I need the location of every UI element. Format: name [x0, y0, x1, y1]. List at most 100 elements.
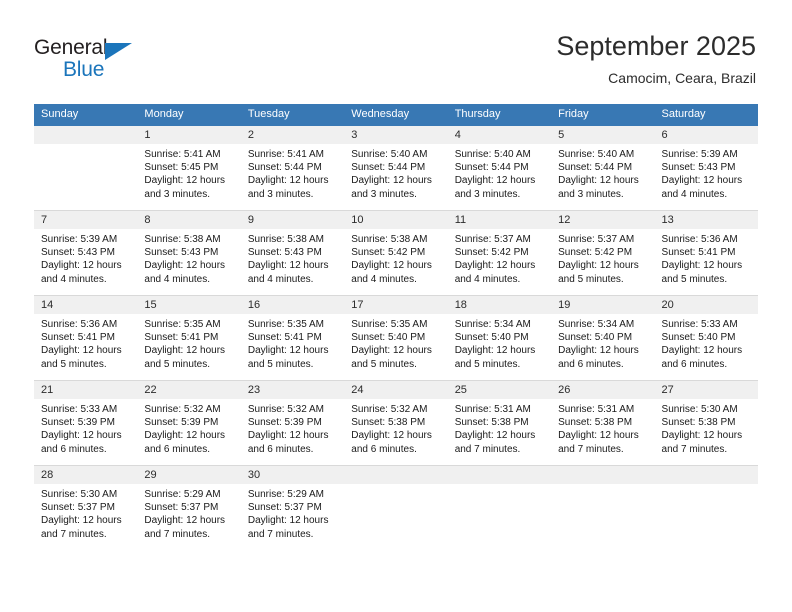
day-cell-inner: 24 Sunrise: 5:32 AM Sunset: 5:38 PM Dayligh…: [344, 381, 448, 465]
day-detail-line: Sunset: 5:37 PM: [41, 502, 115, 514]
day-number: [551, 466, 655, 484]
day-details: Sunrise: 5:34 AM Sunset: 5:40 PM Daylight:…: [551, 314, 654, 371]
weekday-header-thursday: Thursday: [447, 104, 552, 126]
day-detail-line: and 4 minutes.: [144, 273, 211, 285]
day-detail-line: Daylight: 12 hours: [247, 175, 329, 187]
day-detail-line: Sunrise: 5:30 AM: [661, 404, 738, 415]
day-detail-line: and 5 minutes.: [351, 358, 417, 370]
day-cell[interactable]: 19 Sunrise: 5:34 AM Sunset: 5:40 PM Dayligh…: [551, 295, 655, 381]
day-cell[interactable]: 17 Sunrise: 5:35 AM Sunset: 5:40 PM Dayligh…: [344, 295, 448, 381]
day-cell[interactable]: 2 Sunrise: 5:41 AM Sunset: 5:44 PM Daylight…: [240, 126, 345, 211]
day-detail-line: Sunset: 5:39 PM: [247, 417, 322, 429]
day-cell[interactable]: 16 Sunrise: 5:35 AM Sunset: 5:41 PM Dayligh…: [240, 295, 345, 381]
day-cell[interactable]: 27 Sunrise: 5:30 AM Sunset: 5:38 PM Dayligh…: [654, 380, 758, 466]
day-details: Sunrise: 5:35 AM Sunset: 5:41 PM Daylight:…: [241, 314, 344, 371]
day-detail-line: Daylight: 12 hours: [351, 260, 432, 272]
day-detail-line: Sunrise: 5:37 AM: [558, 234, 635, 245]
day-detail-line: Daylight: 12 hours: [558, 345, 639, 357]
day-detail-line: and 5 minutes.: [558, 273, 624, 285]
day-cell[interactable]: 1 Sunrise: 5:41 AM Sunset: 5:45 PM Daylight…: [137, 126, 241, 211]
day-detail-line: Daylight: 12 hours: [351, 345, 432, 357]
day-cell[interactable]: 12 Sunrise: 5:37 AM Sunset: 5:42 PM Dayligh…: [551, 210, 655, 296]
day-details: Sunrise: 5:36 AM Sunset: 5:41 PM Daylight:…: [655, 229, 758, 286]
day-cell[interactable]: 13 Sunrise: 5:36 AM Sunset: 5:41 PM Dayligh…: [654, 210, 758, 296]
day-detail-line: and 7 minutes.: [144, 528, 211, 540]
day-number: 14: [34, 296, 138, 314]
day-cell[interactable]: 28 Sunrise: 5:30 AM Sunset: 5:37 PM Dayligh…: [34, 465, 138, 550]
day-cell[interactable]: 30 Sunrise: 5:29 AM Sunset: 5:37 PM Dayligh…: [240, 465, 345, 550]
day-detail-line: Sunset: 5:43 PM: [247, 247, 322, 259]
day-cell[interactable]: 25 Sunrise: 5:31 AM Sunset: 5:38 PM Dayligh…: [447, 380, 552, 466]
day-number: 8: [137, 211, 241, 229]
day-detail-line: Sunrise: 5:33 AM: [41, 404, 118, 415]
day-detail-line: Sunset: 5:39 PM: [41, 417, 115, 429]
day-cell[interactable]: 5 Sunrise: 5:40 AM Sunset: 5:44 PM Daylight…: [551, 126, 655, 211]
day-cell[interactable]: 10 Sunrise: 5:38 AM Sunset: 5:42 PM Dayligh…: [344, 210, 448, 296]
day-detail-line: Daylight: 12 hours: [558, 175, 639, 187]
calendar-header-row: Sunday Monday Tuesday Wednesday Thursday Frid…: [34, 104, 758, 126]
day-cell[interactable]: 29 Sunrise: 5:29 AM Sunset: 5:37 PM Dayligh…: [137, 465, 241, 550]
day-detail-line: Sunset: 5:41 PM: [247, 332, 322, 344]
day-cell[interactable]: 26 Sunrise: 5:31 AM Sunset: 5:38 PM Dayligh…: [551, 380, 655, 466]
day-cell[interactable]: 6 Sunrise: 5:39 AM Sunset: 5:43 PM Daylight…: [654, 126, 758, 211]
day-detail-line: Sunrise: 5:40 AM: [351, 149, 428, 160]
general-blue-logo[interactable]: General Blue: [34, 36, 174, 82]
day-cell-inner: 25 Sunrise: 5:31 AM Sunset: 5:38 PM Dayligh…: [447, 381, 552, 465]
day-number: 18: [447, 296, 552, 314]
day-cell[interactable]: 23 Sunrise: 5:32 AM Sunset: 5:39 PM Dayligh…: [240, 380, 345, 466]
day-cell-empty: [34, 126, 138, 211]
day-cell-inner: [344, 466, 448, 550]
day-cell[interactable]: 11 Sunrise: 5:37 AM Sunset: 5:42 PM Dayligh…: [447, 210, 552, 296]
day-cell[interactable]: 8 Sunrise: 5:38 AM Sunset: 5:43 PM Daylight…: [137, 210, 241, 296]
day-detail-line: Daylight: 12 hours: [454, 345, 536, 357]
day-detail-line: Daylight: 12 hours: [351, 175, 432, 187]
day-cell[interactable]: 21 Sunrise: 5:33 AM Sunset: 5:39 PM Dayligh…: [34, 380, 138, 466]
day-details: Sunrise: 5:30 AM Sunset: 5:38 PM Daylight:…: [655, 399, 758, 456]
day-details: Sunrise: 5:37 AM Sunset: 5:42 PM Daylight:…: [448, 229, 551, 286]
day-detail-line: and 6 minutes.: [661, 358, 728, 370]
day-cell[interactable]: 4 Sunrise: 5:40 AM Sunset: 5:44 PM Daylight…: [447, 126, 552, 211]
day-cell-inner: 18 Sunrise: 5:34 AM Sunset: 5:40 PM Dayligh…: [447, 296, 552, 380]
day-details: Sunrise: 5:31 AM Sunset: 5:38 PM Daylight:…: [551, 399, 654, 456]
day-number: 21: [34, 381, 138, 399]
day-number: 9: [240, 211, 345, 229]
day-detail-line: Daylight: 12 hours: [144, 345, 226, 357]
day-detail-line: Sunset: 5:40 PM: [454, 332, 529, 344]
day-cell-inner: 29 Sunrise: 5:29 AM Sunset: 5:37 PM Dayligh…: [137, 466, 241, 550]
day-cell[interactable]: 18 Sunrise: 5:34 AM Sunset: 5:40 PM Dayligh…: [447, 295, 552, 381]
day-cell[interactable]: 24 Sunrise: 5:32 AM Sunset: 5:38 PM Dayligh…: [344, 380, 448, 466]
day-number: 5: [551, 126, 655, 144]
day-detail-line: Sunrise: 5:41 AM: [247, 149, 324, 160]
calendar-body: 1 Sunrise: 5:41 AM Sunset: 5:45 PM Daylight…: [34, 126, 758, 550]
day-detail-line: Daylight: 12 hours: [454, 260, 536, 272]
day-detail-line: Daylight: 12 hours: [454, 175, 536, 187]
page-subtitle: Camocim, Ceara, Brazil: [608, 70, 756, 86]
day-detail-line: and 3 minutes.: [454, 188, 521, 200]
day-detail-line: and 7 minutes.: [41, 528, 107, 540]
day-cell[interactable]: 15 Sunrise: 5:35 AM Sunset: 5:41 PM Dayligh…: [137, 295, 241, 381]
weekday-header-wednesday: Wednesday: [344, 104, 448, 126]
day-detail-line: Daylight: 12 hours: [41, 260, 122, 272]
day-detail-line: Daylight: 12 hours: [661, 175, 743, 187]
day-detail-line: Sunset: 5:40 PM: [351, 332, 426, 344]
day-detail-line: Sunset: 5:41 PM: [144, 332, 219, 344]
weekday-header-monday: Monday: [137, 104, 241, 126]
day-details: Sunrise: 5:33 AM Sunset: 5:39 PM Daylight:…: [34, 399, 137, 456]
day-cell[interactable]: 9 Sunrise: 5:38 AM Sunset: 5:43 PM Daylight…: [240, 210, 345, 296]
day-cell-inner: 15 Sunrise: 5:35 AM Sunset: 5:41 PM Dayligh…: [137, 296, 241, 380]
day-cell[interactable]: 22 Sunrise: 5:32 AM Sunset: 5:39 PM Dayligh…: [137, 380, 241, 466]
day-details: Sunrise: 5:38 AM Sunset: 5:43 PM Daylight:…: [241, 229, 344, 286]
day-detail-line: Daylight: 12 hours: [41, 345, 122, 357]
day-cell[interactable]: 3 Sunrise: 5:40 AM Sunset: 5:44 PM Daylight…: [344, 126, 448, 211]
day-cell[interactable]: 7 Sunrise: 5:39 AM Sunset: 5:43 PM Daylight…: [34, 210, 138, 296]
day-detail-line: Sunrise: 5:36 AM: [41, 319, 118, 330]
day-cell-empty: [447, 465, 552, 550]
day-cell-inner: [551, 466, 655, 550]
day-detail-line: and 7 minutes.: [558, 443, 624, 455]
day-details: Sunrise: 5:40 AM Sunset: 5:44 PM Daylight:…: [448, 144, 551, 201]
day-number: 25: [447, 381, 552, 399]
day-cell[interactable]: 14 Sunrise: 5:36 AM Sunset: 5:41 PM Dayligh…: [34, 295, 138, 381]
day-detail-line: Sunset: 5:44 PM: [351, 162, 426, 174]
day-cell[interactable]: 20 Sunrise: 5:33 AM Sunset: 5:40 PM Dayligh…: [654, 295, 758, 381]
day-detail-line: and 6 minutes.: [558, 358, 624, 370]
